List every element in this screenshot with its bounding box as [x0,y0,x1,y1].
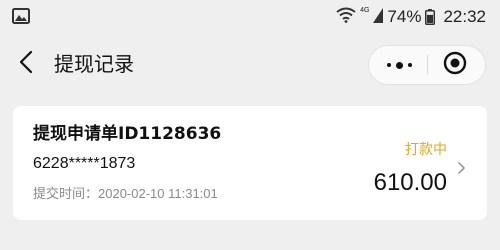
target-circle-icon [443,51,467,79]
chevron-left-icon [19,50,33,78]
record-account: 6228*****1873 [33,155,136,172]
mini-program-capsule [368,45,486,85]
close-mini-program-button[interactable] [431,48,479,82]
battery-icon [425,9,436,25]
record-submit-time: 提交时间：2020-02-10 11:31:01 [33,184,218,205]
record-status-badge: 打款中 [405,142,447,158]
network-type-label: 4G [360,7,370,14]
record-title: 提现申请单ID1128636 [33,124,222,144]
more-button[interactable] [375,48,423,82]
record-amount: 610.00 [373,169,447,196]
submit-time-label: 提交时间： [33,187,99,202]
nav-bar: 提现记录 [0,34,500,92]
wifi-icon [336,7,356,27]
capsule-divider [427,55,428,75]
image-icon [12,8,30,24]
more-dots-icon [386,63,391,67]
chevron-right-icon [457,160,467,174]
battery-percent: 74% [387,7,422,26]
clock-time: 22:32 [443,7,486,26]
more-dots-icon-right [407,63,412,67]
status-indicators: 4G 74% 22:32 [336,6,486,28]
back-button[interactable] [14,50,38,78]
withdrawal-record-card[interactable]: 提现申请单ID1128636 6228*****1873 提交时间：2020-0… [13,106,487,220]
page-title: 提现记录 [54,52,134,76]
signal-icon [373,7,384,27]
submit-time-value: 2020-02-10 11:31:01 [98,186,218,201]
more-dots-icon-center [395,61,403,69]
status-bar: 4G 74% 22:32 [0,0,500,34]
